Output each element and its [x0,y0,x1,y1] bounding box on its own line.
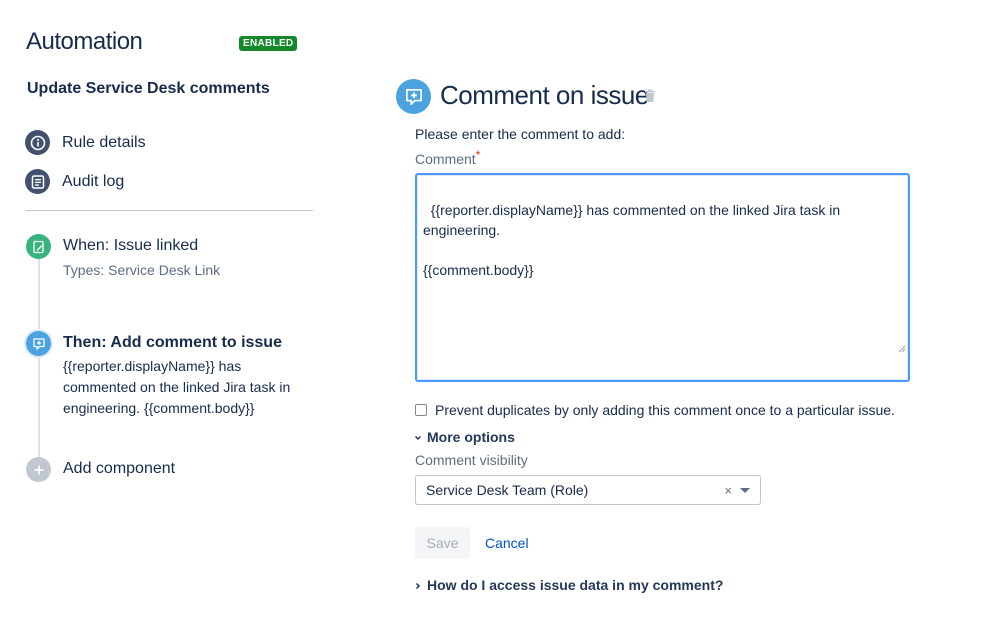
comment-icon [396,79,431,114]
chevron-down-icon [414,429,422,445]
save-button[interactable]: Save [415,527,470,559]
chevron-right-icon [414,577,422,593]
prevent-duplicates-label: Prevent duplicates by only adding this c… [435,402,895,418]
rule-name: Update Service Desk comments [27,80,270,97]
plus-icon [26,457,51,482]
page-title: Automation [26,28,143,55]
comment-label: Comment* [415,148,481,167]
edit-icon [26,234,51,259]
add-component[interactable]: Add component [26,457,175,482]
info-icon [25,130,50,155]
nav-audit-log[interactable]: Audit log [25,169,124,194]
comment-icon [26,331,51,356]
help-toggle[interactable]: How do I access issue data in my comment… [414,577,723,593]
step-subtitle: Types: Service Desk Link [63,262,221,278]
visibility-select[interactable]: Service Desk Team (Role) × [415,475,761,505]
comment-textarea[interactable]: {{reporter.displayName}} has commented o… [415,173,910,382]
help-label: How do I access issue data in my comment… [427,577,724,593]
prevent-duplicates-checkbox[interactable] [415,404,427,416]
step-description: {{reporter.displayName}} has commented o… [63,358,291,416]
required-marker: * [475,148,481,162]
prevent-duplicates-row: Prevent duplicates by only adding this c… [415,402,895,418]
resize-handle-icon[interactable] [882,318,906,378]
step-title: When: Issue linked [63,237,199,254]
comment-text: {{reporter.displayName}} has commented o… [423,202,841,278]
status-badge: ENABLED [239,36,298,51]
nav-rule-details[interactable]: Rule details [25,130,146,155]
clear-icon[interactable]: × [724,483,732,498]
more-options-label: More options [427,429,515,445]
more-options-toggle[interactable]: More options [414,429,515,445]
add-component-label: Add component [63,460,176,477]
chevron-down-icon [740,488,750,493]
step-trigger[interactable]: When: Issue linked Types: Service Desk L… [26,234,220,280]
nav-label: Audit log [62,172,125,190]
comment-prompt: Please enter the comment to add: [415,126,626,142]
list-icon [25,169,50,194]
component-title: Comment on issue [440,80,649,110]
visibility-value: Service Desk Team (Role) [426,482,589,498]
step-title: Then: Add comment to issue [63,334,282,351]
trash-icon[interactable] [644,89,656,108]
step-action[interactable]: Then: Add comment to issue {{reporter.di… [26,331,313,419]
visibility-label: Comment visibility [415,452,528,468]
divider [25,210,313,211]
cancel-button[interactable]: Cancel [485,535,529,551]
nav-label: Rule details [62,133,146,151]
